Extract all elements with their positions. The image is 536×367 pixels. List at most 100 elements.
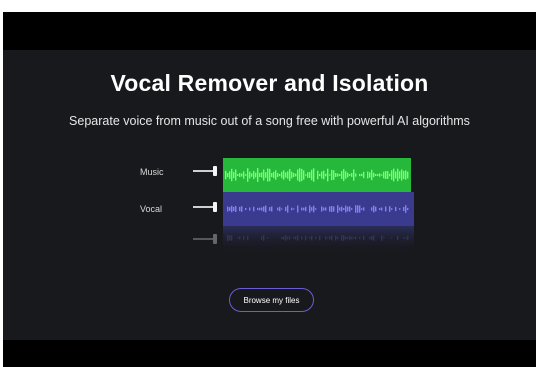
waveform-bar [325,207,327,211]
browse-files-button[interactable]: Browse my files [229,288,314,312]
faded-volume-slider [193,234,219,244]
waveform-bar [395,206,397,212]
waveform-bar [295,236,297,240]
waveform-bar [341,206,343,212]
waveform-bar [389,206,391,212]
waveform-bar [359,173,361,177]
waveform-bar [381,207,383,211]
waveform-bar [293,236,295,240]
waveform-bar [403,237,405,239]
waveform-bar [227,172,229,178]
waveform-bar [285,235,287,241]
waveform-bar [329,174,331,176]
waveform-bar [231,205,233,213]
waveform-bar [407,171,409,179]
waveform-bar [257,207,259,211]
waveform-bar [361,208,363,210]
waveform-bar [337,205,339,213]
waveform-bar [403,206,405,212]
waveform-bar [295,173,297,177]
music-volume-slider[interactable] [193,166,219,176]
waveform-bar [321,206,323,212]
waveform-bar [379,173,381,177]
waveform-bar [343,169,345,181]
waveform-bar [319,173,321,177]
waveform-bar [227,206,229,212]
waveform-bar [377,173,379,177]
track-label-vocal: Vocal [140,204,163,214]
waveform-bar [231,168,233,182]
page-title: Vocal Remover and Isolation [110,70,429,96]
waveform-bar [373,172,375,178]
waveform-bar [273,171,275,179]
waveform-bar [311,207,313,211]
waveform-bar [311,169,313,181]
waveform-bar [299,168,301,182]
waveform-bar [287,205,289,213]
waveform-bar [283,170,285,180]
waveform-bar [305,174,307,176]
slider-knob[interactable] [213,166,217,176]
waveform-bar [261,207,263,211]
waveform-bar [229,235,231,241]
waveform-bar [391,237,393,239]
waveform-bar [349,206,351,212]
waveform-bar [397,168,399,182]
waveform-bar [251,173,253,177]
waveform-bar [315,208,317,210]
waveform-bar [363,207,365,211]
waveform-bar [347,237,349,239]
waveform-bar [293,172,295,178]
waveform-bar [253,170,255,180]
track-editor-preview: Music Vocal [130,154,414,254]
waveform-bar [383,171,385,179]
waveform-bar [343,208,345,210]
waveform-bar [269,168,271,182]
waveform-bar [347,206,349,212]
waveform-bar [381,235,383,241]
waveform-bar [333,206,335,212]
waveform-bar [317,170,319,180]
waveform-bar [385,206,387,212]
waveform-bar [305,235,307,241]
waveform-bar [231,235,233,241]
track-label-music: Music [140,167,164,177]
waveform-graphic [223,158,414,254]
slider-knob[interactable] [213,202,217,212]
waveform-bar [281,208,283,210]
waveform-bar [403,170,405,180]
waveform-bar [373,205,375,213]
waveform-bar [259,207,261,211]
waveform-bar [345,236,347,240]
waveform-bar [277,207,279,211]
waveform-bar [281,171,283,179]
waveform-bar [357,205,359,213]
vocal-volume-slider[interactable] [193,202,219,212]
waveform-bar [309,171,311,179]
waveform-bar [407,207,409,211]
waveform-bar [383,237,385,239]
waveform-bar [269,207,271,211]
waveform-bar [391,170,393,180]
waveform-bar [337,236,339,240]
waveform-bar [239,206,241,212]
waveform-bar [345,171,347,179]
waveform-bar [289,169,291,181]
waveform-bar [339,173,341,177]
waveform-bar [253,206,255,212]
waveform-bar [355,173,357,177]
waveform-bar [301,236,303,240]
waveform-bar [301,207,303,211]
waveform-bar [263,235,265,241]
waveform-bar [309,237,311,239]
waveform-bar [405,237,407,239]
waveform-bar [345,205,347,213]
waveform-bar [239,172,241,178]
waveform-bar [245,174,247,176]
waveform-bar [389,173,391,177]
waveform-bar [267,168,269,182]
waveform-bar [361,173,363,177]
waveform-bar [369,236,371,240]
waveform-bar [371,235,373,241]
waveform-bar [311,235,313,241]
